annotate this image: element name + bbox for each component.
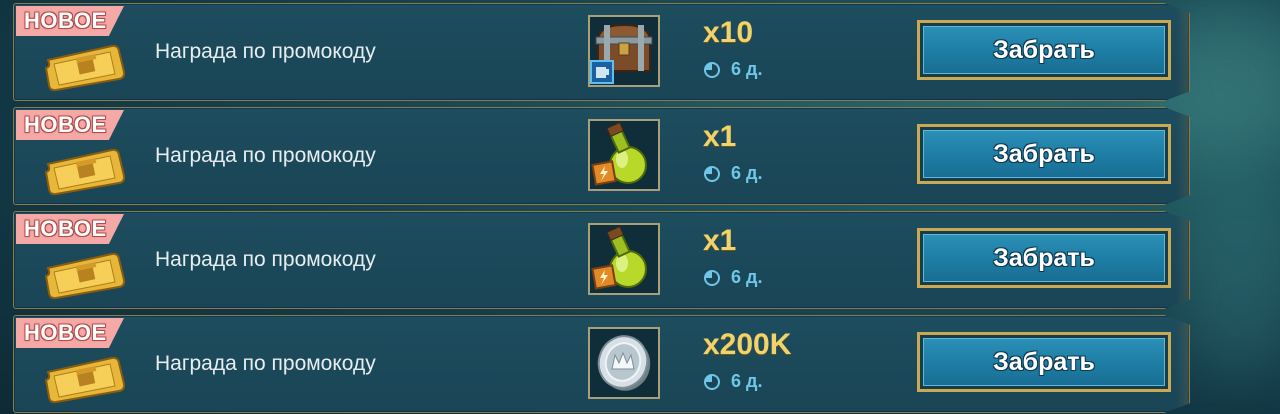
claim-button-label: Забрать	[993, 243, 1095, 272]
reward-row: НОВОЕ Награда по промокоду x10 6 д. Забр…	[13, 3, 1190, 101]
promo-ticket-icon	[44, 44, 126, 92]
time-left: 6 д.	[731, 59, 763, 79]
new-badge-label: НОВОЕ	[24, 112, 107, 137]
reward-title: Награда по промокоду	[155, 144, 376, 167]
claim-button[interactable]: Забрать	[917, 124, 1171, 184]
energy-potion-icon	[591, 121, 647, 186]
claim-button[interactable]: Забрать	[917, 332, 1171, 392]
claim-button-label: Забрать	[993, 139, 1095, 168]
chest-icon	[590, 23, 653, 84]
promo-ticket-icon	[44, 148, 126, 196]
clock-icon	[704, 166, 720, 182]
silver-coin-icon	[597, 335, 651, 391]
claim-button[interactable]: Забрать	[917, 20, 1171, 80]
time-left: 6 д.	[731, 371, 763, 391]
new-badge-label: НОВОЕ	[24, 8, 107, 33]
energy-potion-icon	[591, 225, 647, 290]
reward-title: Награда по промокоду	[155, 40, 376, 63]
reward-title: Награда по промокоду	[155, 248, 376, 271]
time-left: 6 д.	[731, 163, 763, 183]
reward-title: Награда по промокоду	[155, 352, 376, 375]
new-badge: НОВОЕ	[16, 110, 124, 140]
reward-quantity: x10	[703, 16, 754, 49]
reward-list: НОВОЕ Награда по промокоду x10 6 д. Забр…	[0, 0, 1280, 414]
reward-item	[588, 119, 660, 191]
reward-row: НОВОЕ Награда по промокоду x1 6 д. Забра…	[13, 107, 1190, 205]
new-badge: НОВОЕ	[16, 318, 124, 348]
claim-button[interactable]: Забрать	[917, 228, 1171, 288]
reward-quantity: x1	[703, 120, 737, 153]
reward-item	[588, 327, 660, 399]
claim-button-label: Забрать	[993, 35, 1095, 64]
reward-item	[588, 15, 660, 87]
clock-icon	[704, 374, 720, 390]
clock-icon	[704, 270, 720, 286]
clock-icon	[704, 62, 720, 78]
new-badge: НОВОЕ	[16, 214, 124, 244]
new-badge: НОВОЕ	[16, 6, 124, 36]
reward-row: НОВОЕ Награда по промокоду x1 6 д. Забра…	[13, 211, 1190, 309]
claim-button-label: Забрать	[993, 347, 1095, 376]
reward-quantity: x200K	[703, 328, 792, 361]
new-badge-label: НОВОЕ	[24, 320, 107, 345]
reward-row: НОВОЕ Награда по промокоду x200K 6 д. За…	[13, 315, 1190, 413]
reward-item	[588, 223, 660, 295]
promo-ticket-icon	[44, 356, 126, 404]
time-left: 6 д.	[731, 267, 763, 287]
new-badge-label: НОВОЕ	[24, 216, 107, 241]
promo-ticket-icon	[44, 252, 126, 300]
reward-quantity: x1	[703, 224, 737, 257]
